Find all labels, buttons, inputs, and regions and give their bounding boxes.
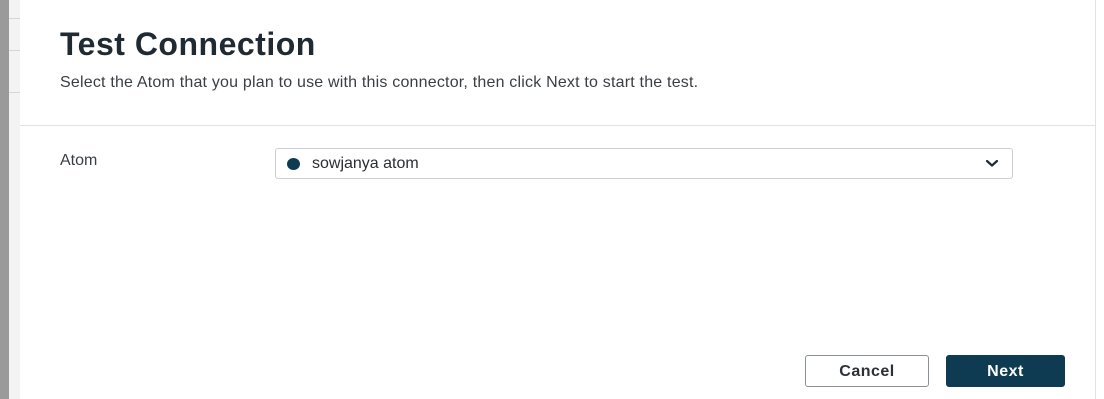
chevron-down-icon [984, 155, 1000, 171]
backdrop-divider [9, 50, 20, 51]
backdrop-edge [0, 0, 9, 399]
screen: Test Connection Select the Atom that you… [0, 0, 1104, 399]
backdrop-strip [9, 0, 20, 399]
atom-label: Atom [60, 152, 98, 169]
dialog-title: Test Connection [60, 26, 316, 62]
atom-select-value: sowjanya atom [312, 155, 419, 172]
status-dot-icon [287, 158, 300, 170]
backdrop-divider [9, 92, 20, 93]
atom-select[interactable]: sowjanya atom [275, 148, 1013, 179]
test-connection-dialog: Test Connection Select the Atom that you… [20, 0, 1096, 399]
dialog-header: Test Connection Select the Atom that you… [20, 0, 1095, 126]
dialog-description: Select the Atom that you plan to use wit… [60, 74, 699, 91]
backdrop-divider [9, 18, 20, 19]
next-button[interactable]: Next [946, 355, 1065, 387]
cancel-button[interactable]: Cancel [805, 355, 929, 387]
